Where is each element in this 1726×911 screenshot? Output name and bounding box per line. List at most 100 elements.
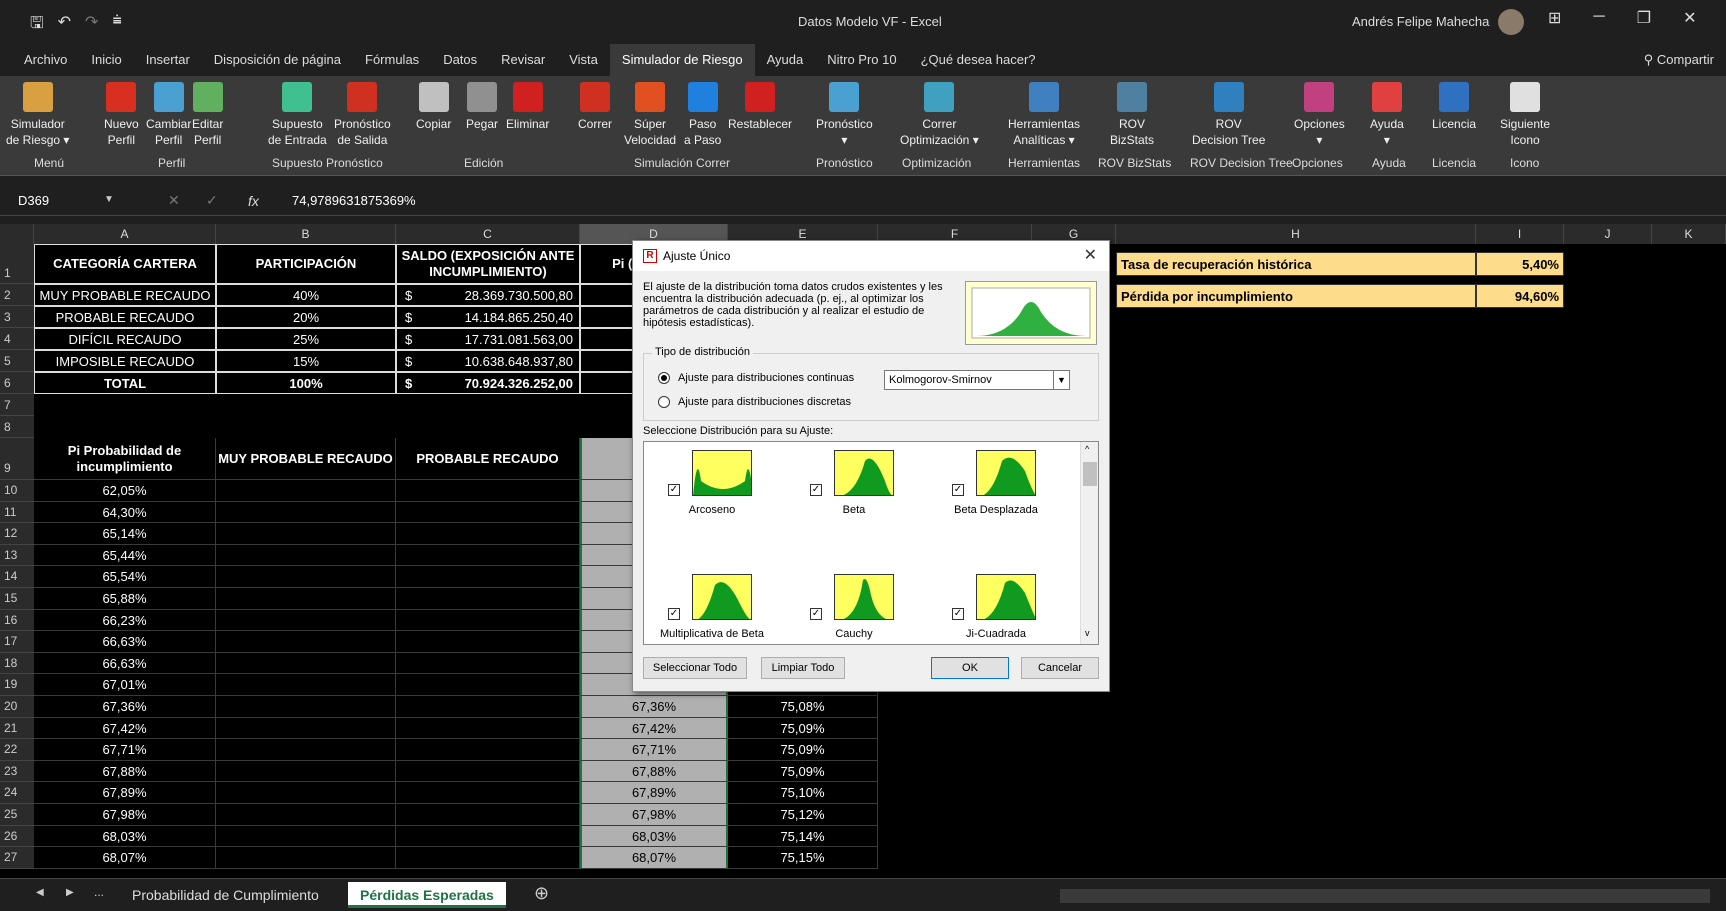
pi-value-cell[interactable]: 66,63% (34, 652, 216, 675)
tab-6[interactable]: Revisar (489, 44, 557, 76)
lower-header-cell[interactable]: PROBABLE RECAUDO (396, 438, 580, 480)
e-value-cell[interactable]: 75,09% (728, 739, 878, 761)
row-number[interactable]: 17 (0, 631, 34, 653)
ribbon-button-8[interactable]: Eliminar (506, 82, 549, 132)
row-number[interactable]: 18 (0, 652, 34, 675)
add-sheet-icon[interactable]: ⊕ (534, 883, 549, 904)
pi-value-cell[interactable]: 68,03% (34, 825, 216, 848)
cancel-button[interactable]: Cancelar (1021, 657, 1099, 679)
distribution-checkbox[interactable]: ✓ (810, 484, 822, 496)
tab-1[interactable]: Inicio (79, 44, 133, 76)
row-number[interactable]: 25 (0, 804, 34, 826)
formula-input[interactable]: 74,9789631875369% (292, 190, 416, 212)
column-header-H[interactable]: H (1116, 224, 1476, 244)
row-number[interactable]: 8 (0, 416, 34, 438)
pi-value-cell[interactable]: 65,44% (34, 544, 216, 567)
tab-8[interactable]: Simulador de Riesgo (609, 44, 755, 76)
empty-cell[interactable] (216, 566, 396, 588)
empty-cell[interactable] (216, 739, 396, 761)
empty-cell[interactable] (396, 631, 580, 653)
ribbon-button-3[interactable]: Editar Perfil (192, 82, 223, 148)
tab-5[interactable]: Datos (431, 44, 489, 76)
ribbon-button-14[interactable]: Correr Optimización ▾ (900, 82, 979, 148)
row-number[interactable]: 7 (0, 394, 34, 416)
d-value-cell[interactable]: 67,36% (580, 696, 728, 718)
header-cell[interactable]: SALDO (EXPOSICIÓN ANTE INCUMPLIMIENTO) (396, 244, 580, 284)
ok-button[interactable]: OK (931, 657, 1009, 679)
pi-value-cell[interactable]: 64,30% (34, 501, 216, 524)
e-value-cell[interactable]: 75,09% (728, 760, 878, 783)
empty-cell[interactable] (216, 523, 396, 545)
side-label[interactable]: Pérdida por incumplimiento (1116, 284, 1476, 308)
tab-11[interactable]: ¿Qué desea hacer? (909, 44, 1048, 76)
row-number[interactable]: 3 (0, 306, 34, 328)
row-number[interactable]: 10 (0, 480, 34, 502)
function-icon[interactable]: fx (248, 190, 259, 212)
participation-cell[interactable]: 20% (216, 306, 396, 328)
ribbon-button-6[interactable]: Copiar (416, 82, 451, 132)
discrete-radio[interactable] (658, 396, 670, 408)
ribbon-button-20[interactable]: Licencia (1432, 82, 1476, 132)
saldo-cell[interactable]: $10.638.648.937,80 (396, 350, 580, 372)
empty-cell[interactable] (396, 523, 580, 545)
avatar[interactable] (1498, 9, 1524, 35)
pi-value-cell[interactable]: 67,36% (34, 696, 216, 718)
pi-value-cell[interactable]: 67,88% (34, 760, 216, 783)
header-cell[interactable]: CATEGORÍA CARTERA (34, 244, 216, 284)
row-number[interactable]: 27 (0, 847, 34, 869)
ribbon-button-17[interactable]: ROV Decision Tree (1192, 82, 1265, 148)
ribbon-button-19[interactable]: Ayuda ▾ (1370, 82, 1404, 148)
ribbon-button-16[interactable]: ROV BizStats (1110, 82, 1154, 148)
row-number[interactable]: 24 (0, 782, 34, 804)
d-value-cell[interactable]: 67,88% (580, 760, 728, 783)
row-number[interactable]: 21 (0, 717, 34, 740)
ribbon-button-5[interactable]: Pronóstico de Salida (334, 82, 391, 148)
sheet-tab-perdidas[interactable]: Pérdidas Esperadas (348, 882, 506, 908)
lower-header-cell[interactable]: MUY PROBABLE RECAUDO (216, 438, 396, 480)
pi-value-cell[interactable]: 68,07% (34, 847, 216, 869)
empty-cell[interactable] (216, 652, 396, 675)
minimize-icon[interactable]: ─ (1593, 8, 1604, 28)
empty-cell[interactable] (396, 717, 580, 740)
restore-icon[interactable]: ❐ (1637, 8, 1651, 28)
empty-cell[interactable] (216, 588, 396, 610)
tab-3[interactable]: Disposición de página (202, 44, 353, 76)
redo-icon[interactable]: ↷ (85, 12, 98, 39)
empty-cell[interactable] (396, 501, 580, 524)
e-value-cell[interactable]: 75,14% (728, 825, 878, 848)
empty-cell[interactable] (216, 544, 396, 567)
side-label[interactable]: Tasa de recuperación histórica (1116, 252, 1476, 276)
category-cell[interactable]: TOTAL (34, 372, 216, 394)
ribbon-button-1[interactable]: Nuevo Perfil (104, 82, 139, 148)
close-icon[interactable]: ✕ (1084, 245, 1097, 265)
empty-cell[interactable] (396, 652, 580, 675)
empty-cell[interactable] (396, 847, 580, 869)
row-number[interactable]: 15 (0, 588, 34, 610)
vertical-scrollbar[interactable]: ^ v (1080, 442, 1098, 644)
d-value-cell[interactable]: 67,98% (580, 804, 728, 826)
scroll-thumb[interactable] (1083, 462, 1097, 486)
ribbon-button-18[interactable]: Opciones ▾ (1294, 82, 1345, 148)
undo-icon[interactable]: ↶ (58, 12, 71, 39)
tab-4[interactable]: Fórmulas (353, 44, 431, 76)
pi-value-cell[interactable]: 67,98% (34, 804, 216, 826)
e-value-cell[interactable]: 75,10% (728, 782, 878, 804)
enter-icon[interactable]: ✓ (206, 192, 218, 209)
distribution-checkbox[interactable]: ✓ (952, 484, 964, 496)
row-number[interactable]: 2 (0, 284, 34, 306)
empty-cell[interactable] (216, 782, 396, 804)
pi-value-cell[interactable]: 66,63% (34, 631, 216, 653)
row-number[interactable]: 6 (0, 372, 34, 394)
row-number[interactable]: 16 (0, 609, 34, 632)
empty-cell[interactable] (396, 739, 580, 761)
participation-cell[interactable]: 100% (216, 372, 396, 394)
tab-7[interactable]: Vista (557, 44, 610, 76)
row-number[interactable]: 20 (0, 696, 34, 718)
ribbon-button-4[interactable]: Supuesto de Entrada (268, 82, 327, 148)
pi-value-cell[interactable]: 65,14% (34, 523, 216, 545)
ribbon-button-11[interactable]: Paso a Paso (684, 82, 721, 148)
d-value-cell[interactable]: 68,03% (580, 825, 728, 848)
pi-value-cell[interactable]: 66,23% (34, 609, 216, 632)
row-number[interactable]: 5 (0, 350, 34, 372)
category-cell[interactable]: DIFÍCIL RECAUDO (34, 328, 216, 350)
